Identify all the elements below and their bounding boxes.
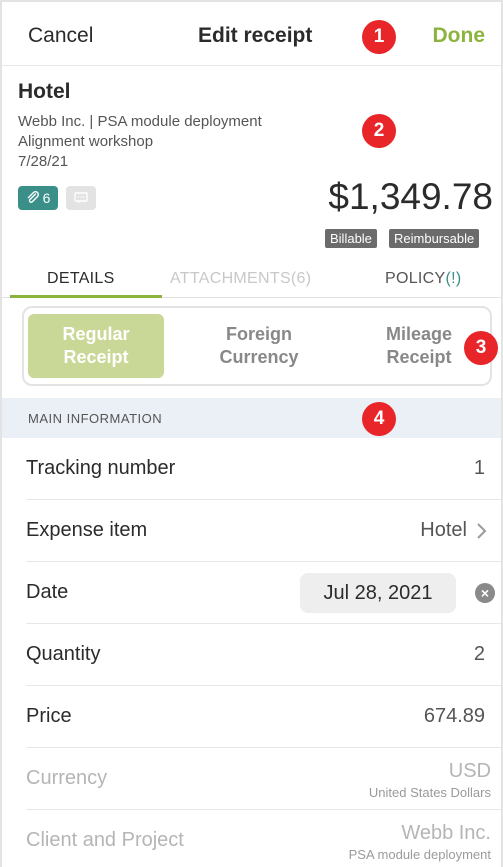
comment-chip[interactable] — [66, 186, 96, 210]
tab-policy-label: POLICY — [385, 270, 446, 287]
policy-warning-flag: (!) — [445, 270, 462, 287]
mileage-receipt-option[interactable]: Mileage Receipt — [364, 314, 474, 378]
field-label: Quantity — [26, 643, 101, 665]
option-line: Receipt — [386, 347, 452, 367]
callout-marker-4: 4 — [362, 402, 396, 436]
field-label: Currency — [26, 767, 108, 789]
tracking-number-row[interactable]: Tracking number 1 — [26, 438, 501, 500]
field-value: 2 — [473, 643, 485, 665]
tab-details[interactable]: DETAILS — [47, 270, 115, 288]
receipt-client-project: Webb Inc. | PSA module deployment — [18, 113, 262, 130]
field-subtext: United States Dollars — [368, 785, 491, 800]
reimbursable-badge: Reimbursable — [389, 229, 480, 248]
date-row: Date Jul 28, 2021 × — [26, 562, 501, 624]
receipt-tabs: DETAILS ATTACHMENTS(6) POLICY(!) — [2, 262, 501, 298]
field-label: Client and Project — [26, 829, 184, 851]
field-value: 674.89 — [423, 705, 485, 727]
field-label: Price — [26, 705, 72, 727]
section-title: MAIN INFORMATION — [28, 411, 163, 426]
option-line: Currency — [219, 347, 299, 367]
attachments-chip[interactable]: 6 — [18, 186, 58, 210]
callout-marker-1: 1 — [362, 20, 396, 54]
client-project-row: Client and Project Webb Inc. PSA module … — [26, 810, 501, 867]
nav-header: Cancel Edit receipt Done — [2, 2, 501, 66]
regular-receipt-option[interactable]: Regular Receipt — [28, 314, 164, 378]
comment-icon — [74, 192, 88, 204]
field-value: 1 — [473, 457, 485, 479]
active-tab-indicator — [10, 295, 162, 298]
cancel-button[interactable]: Cancel — [28, 24, 93, 48]
field-label: Tracking number — [26, 457, 176, 479]
section-header: MAIN INFORMATION — [2, 398, 501, 438]
callout-marker-3: 3 — [464, 331, 498, 365]
field-value: Webb Inc. — [401, 822, 491, 844]
billable-badge: Billable — [325, 229, 377, 248]
option-line: Foreign — [226, 324, 292, 344]
field-value: Hotel — [420, 519, 467, 541]
tab-policy[interactable]: POLICY(!) — [385, 270, 462, 288]
paperclip-icon — [27, 191, 39, 203]
receipt-type: Hotel — [18, 80, 71, 103]
field-subtext: PSA module deployment — [348, 847, 491, 862]
field-label: Date — [26, 581, 69, 603]
quantity-row[interactable]: Quantity 2 — [26, 624, 501, 686]
tab-attachments[interactable]: ATTACHMENTS(6) — [170, 270, 311, 288]
receipt-date: 7/28/21 — [18, 153, 69, 170]
receipt-kind-selector: Regular Receipt Foreign Currency Mileage Re… — [22, 306, 492, 386]
field-value: USD — [448, 760, 491, 782]
date-picker[interactable]: Jul 28, 2021 — [300, 573, 456, 613]
foreign-currency-option[interactable]: Foreign Currency — [194, 314, 324, 378]
page-title: Edit receipt — [198, 24, 313, 47]
field-label: Expense item — [26, 519, 148, 541]
clear-date-icon[interactable]: × — [475, 583, 495, 603]
receipt-description: Alignment workshop — [18, 133, 154, 150]
price-row[interactable]: Price 674.89 — [26, 686, 501, 748]
chevron-right-icon — [477, 523, 487, 539]
receipt-amount: $1,349.78 — [328, 176, 493, 217]
callout-marker-2: 2 — [362, 114, 396, 148]
option-line: Mileage — [385, 324, 453, 344]
option-line: Regular — [62, 324, 130, 344]
attachments-count: 6 — [42, 190, 51, 206]
done-button[interactable]: Done — [433, 24, 486, 48]
currency-row: Currency USD United States Dollars — [26, 748, 501, 810]
option-line: Receipt — [63, 347, 129, 367]
expense-item-row[interactable]: Expense item Hotel — [26, 500, 501, 562]
